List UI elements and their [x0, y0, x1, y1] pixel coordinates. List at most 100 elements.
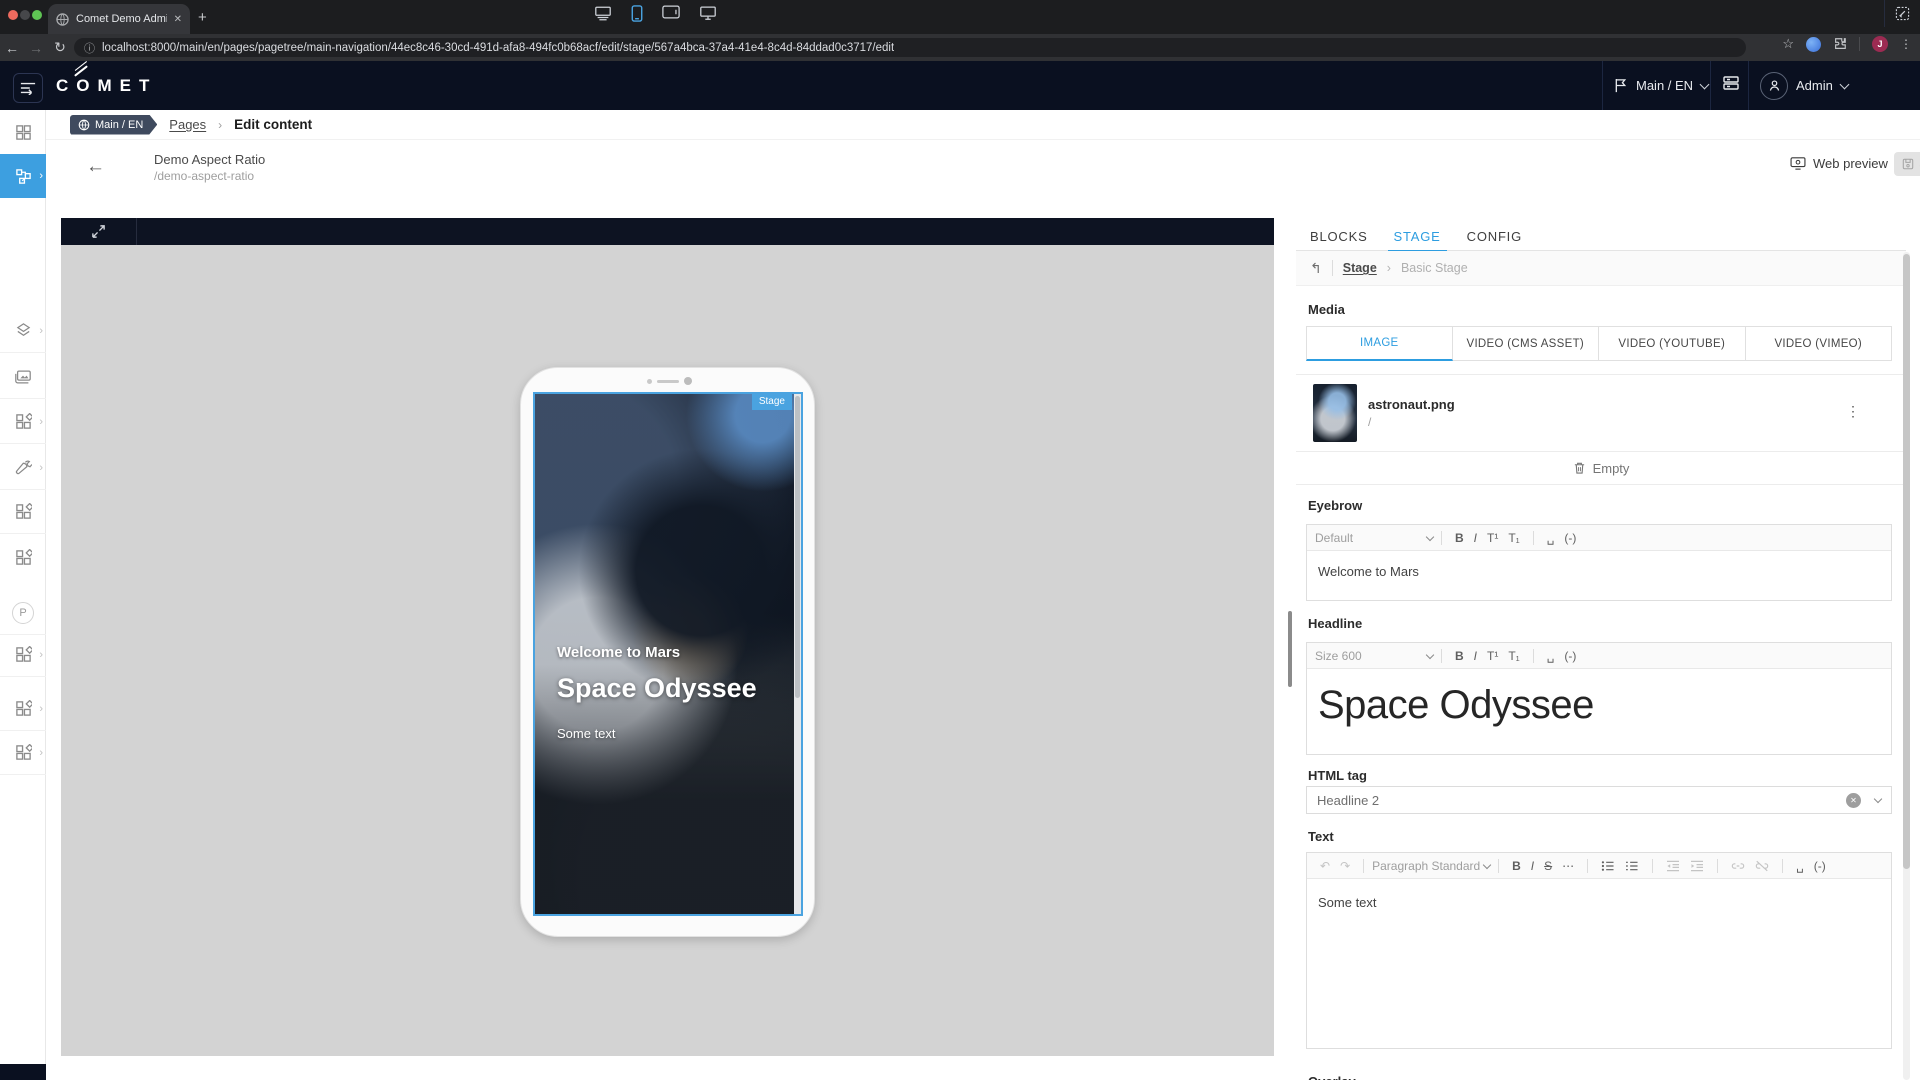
web-preview-button[interactable]: Web preview	[1790, 156, 1888, 171]
page-header: ← Demo Aspect Ratio /demo-aspect-ratio W…	[46, 140, 1920, 196]
phone-mockup: Stage Welcome to Mars Space Odyssee Some…	[520, 367, 815, 937]
sidebar-item-blocks[interactable]: ›	[0, 400, 46, 444]
extensions-puzzle-icon[interactable]	[1833, 37, 1847, 51]
breadcrumb-pages-link[interactable]: Pages	[169, 117, 206, 132]
media-tab-video-vimeo[interactable]: VIDEO (VIMEO)	[1746, 326, 1893, 361]
html-tag-select[interactable]: Headline 2 ✕	[1306, 786, 1892, 814]
fullscreen-toggle-button[interactable]	[61, 218, 137, 245]
file-menu-icon[interactable]: ⋮	[1846, 403, 1860, 420]
phone-scrollbar[interactable]	[794, 394, 801, 914]
user-menu[interactable]: Admin	[1760, 61, 1848, 110]
browser-back-button[interactable]: ←	[0, 40, 24, 56]
save-button[interactable]: Save	[1894, 152, 1920, 176]
browser-tab[interactable]: Comet Demo Admin ✕	[48, 4, 190, 34]
italic-button[interactable]: I	[1469, 531, 1482, 545]
locale-switcher[interactable]: Main / EN	[1614, 61, 1708, 110]
sidebar-item-products[interactable]: P	[0, 591, 46, 635]
level-up-icon[interactable]: ↰	[1310, 260, 1322, 277]
headline-style-select[interactable]: Size 600	[1315, 649, 1433, 663]
browser-reload-button[interactable]: ↻	[48, 39, 72, 56]
sidebar-item-collection-2[interactable]	[0, 535, 46, 579]
tab-stage[interactable]: STAGE	[1394, 222, 1441, 251]
nbsp-button[interactable]: ␣	[1542, 649, 1560, 663]
browser-profile-avatar[interactable]: J	[1872, 36, 1888, 52]
phone-screen[interactable]: Stage Welcome to Mars Space Odyssee Some…	[533, 392, 803, 916]
sidebar-item-pagetree[interactable]: ›	[0, 154, 46, 198]
sidebar-item-tools[interactable]: ›	[0, 446, 46, 490]
soft-hyphen-button[interactable]: (-)	[1559, 649, 1581, 663]
media-tab-video-cms[interactable]: VIDEO (CMS ASSET)	[1453, 326, 1600, 361]
numbered-list-button[interactable]	[1620, 860, 1644, 872]
superscript-button[interactable]: T¹	[1482, 649, 1503, 663]
soft-hyphen-button[interactable]: (-)	[1809, 859, 1831, 873]
unlink-button[interactable]	[1750, 860, 1774, 872]
phone-scrollbar-thumb[interactable]	[795, 396, 800, 698]
mobile-preview-icon[interactable]	[631, 5, 643, 22]
browser-menu-icon[interactable]: ⋮	[1900, 37, 1912, 51]
clear-selection-icon[interactable]: ✕	[1846, 793, 1861, 808]
sidebar-item-collection-1[interactable]	[0, 490, 46, 534]
link-button[interactable]	[1726, 860, 1750, 872]
bullet-list-button[interactable]	[1596, 860, 1620, 872]
more-formats-button[interactable]: ⋯	[1557, 859, 1579, 873]
browser-forward-button[interactable]: →	[24, 40, 48, 56]
sidebar-item-collection-5[interactable]: ›	[0, 731, 46, 775]
sidebar-item-dashboard[interactable]	[0, 111, 46, 155]
bold-button[interactable]: B	[1507, 859, 1526, 873]
empty-media-button[interactable]: Empty	[1296, 452, 1906, 485]
chevron-down-icon	[1700, 79, 1710, 89]
sidebar-item-assets[interactable]	[0, 355, 46, 399]
italic-button[interactable]: I	[1526, 859, 1539, 873]
sidebar-item-collection-4[interactable]: ›	[0, 687, 46, 731]
main-menu-button[interactable]	[13, 73, 43, 103]
headline-input[interactable]: Space Odyssee	[1307, 669, 1891, 742]
new-tab-button[interactable]: +	[198, 9, 207, 26]
tablet-preview-icon[interactable]	[662, 5, 680, 19]
text-toolbar: ↶ ↷ Paragraph Standard B I S ⋯	[1307, 853, 1891, 879]
subscript-button[interactable]: T₁	[1503, 531, 1524, 545]
scope-badge[interactable]: Main / EN	[70, 115, 157, 135]
edit-mode-button[interactable]	[1884, 0, 1920, 27]
window-minimize-button[interactable]	[20, 10, 30, 20]
bold-button[interactable]: B	[1450, 531, 1469, 545]
superscript-button[interactable]: T¹	[1482, 531, 1503, 545]
nbsp-button[interactable]: ␣	[1542, 531, 1560, 545]
panel-scrollbar-thumb[interactable]	[1903, 254, 1910, 869]
undo-button[interactable]: ↶	[1315, 859, 1335, 873]
tab-config[interactable]: CONFIG	[1467, 222, 1522, 251]
sidebar-item-collection-3[interactable]: ›	[0, 633, 46, 677]
media-file-row[interactable]: astronaut.png / ⋮	[1296, 374, 1906, 452]
bookmark-star-icon[interactable]: ☆	[1782, 36, 1794, 52]
window-close-button[interactable]	[8, 10, 18, 20]
eyebrow-input[interactable]: Welcome to Mars	[1307, 551, 1891, 592]
site-info-icon[interactable]: ⓘ	[84, 40, 95, 56]
nbsp-button[interactable]: ␣	[1791, 859, 1809, 873]
panel-breadcrumb-root[interactable]: Stage	[1343, 261, 1377, 275]
back-button[interactable]: ←	[86, 156, 105, 178]
desktop-preview-icon[interactable]	[699, 5, 717, 21]
media-tab-video-youtube[interactable]: VIDEO (YOUTUBE)	[1599, 326, 1746, 361]
window-zoom-button[interactable]	[32, 10, 42, 20]
text-input[interactable]: Some text	[1307, 879, 1891, 926]
media-tab-image[interactable]: IMAGE	[1306, 326, 1453, 361]
italic-button[interactable]: I	[1469, 649, 1482, 663]
browser-url-bar[interactable]: ⓘ localhost:8000/main/en/pages/pagetree/…	[74, 38, 1746, 57]
bold-button[interactable]: B	[1450, 649, 1469, 663]
preview-toolbar	[61, 218, 1274, 245]
indent-button[interactable]	[1685, 860, 1709, 872]
strikethrough-button[interactable]: S	[1539, 859, 1557, 873]
subscript-button[interactable]: T₁	[1503, 649, 1524, 663]
eyebrow-style-select[interactable]: Default	[1315, 531, 1433, 545]
responsive-preview-icon[interactable]	[594, 5, 612, 22]
tab-blocks[interactable]: BLOCKS	[1310, 222, 1368, 251]
outdent-button[interactable]	[1661, 860, 1685, 872]
paragraph-style-select[interactable]: Paragraph Standard	[1372, 859, 1490, 873]
preview-body-text: Some text	[557, 726, 757, 741]
sidebar-item-layers[interactable]: ›	[0, 309, 46, 353]
panel-resize-handle[interactable]	[1288, 611, 1292, 687]
tab-close-icon[interactable]: ✕	[174, 14, 182, 25]
extension-icon[interactable]	[1806, 37, 1821, 52]
systems-button[interactable]	[1722, 74, 1740, 92]
soft-hyphen-button[interactable]: (-)	[1559, 531, 1581, 545]
redo-button[interactable]: ↷	[1335, 859, 1355, 873]
